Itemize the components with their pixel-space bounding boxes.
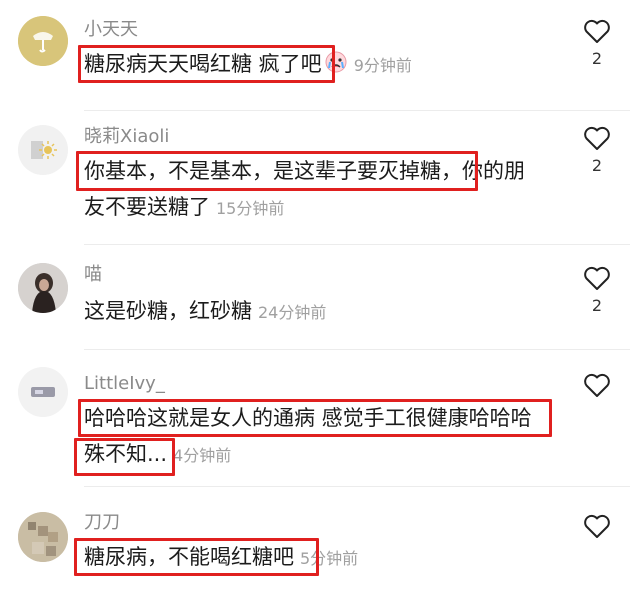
comment-text-line: 殊不知... bbox=[84, 442, 168, 466]
like-button[interactable] bbox=[582, 263, 612, 293]
avatar[interactable] bbox=[18, 263, 68, 313]
avatar[interactable] bbox=[18, 16, 68, 66]
comment-text: 友不要送糖了 15分钟前 bbox=[84, 192, 284, 224]
heart-icon bbox=[584, 19, 610, 43]
comment-text: 殊不知... 4分钟前 bbox=[84, 439, 231, 471]
like-button[interactable] bbox=[582, 16, 612, 46]
comment-text-line: 糖尿病，不能喝红糖吧 bbox=[84, 545, 294, 569]
username[interactable]: 晓莉Xiaoli bbox=[84, 125, 169, 149]
comment-time: 24分钟前 bbox=[258, 303, 327, 322]
comment-text-line: 哈哈哈这就是女人的通病 感觉手工很健康哈哈哈 bbox=[84, 406, 532, 430]
avatar[interactable] bbox=[18, 367, 68, 417]
comment-time: 15分钟前 bbox=[216, 199, 285, 218]
comment-time: 4分钟前 bbox=[173, 446, 232, 465]
comment-text-line: 友不要送糖了 bbox=[84, 195, 210, 219]
comment-text: 糖尿病天天喝红糖 疯了吧 9分钟前 bbox=[84, 49, 412, 81]
comment-text: 糖尿病，不能喝红糖吧 5分钟前 bbox=[84, 542, 358, 574]
like-count: 2 bbox=[591, 49, 603, 68]
comment-item: 晓莉Xiaoli 你基本，不是基本，是这辈子要灭掉糖，你的朋 友不要送糖了 15分… bbox=[0, 111, 630, 241]
crying-face-emoji bbox=[324, 50, 348, 74]
like-count: 2 bbox=[591, 296, 603, 315]
like-count: 2 bbox=[591, 156, 603, 175]
comment-text-line: 你基本，不是基本，是这辈子要灭掉糖，你的朋 bbox=[84, 159, 525, 183]
avatar[interactable] bbox=[18, 512, 68, 562]
comment-text-line: 糖尿病天天喝红糖 疯了吧 bbox=[84, 52, 322, 76]
comment-time: 9分钟前 bbox=[353, 56, 412, 75]
like-button[interactable] bbox=[582, 511, 612, 541]
heart-icon bbox=[584, 373, 610, 397]
comment-text-line: 这是砂糖，红砂糖 bbox=[84, 299, 252, 323]
like-button[interactable] bbox=[582, 123, 612, 153]
comment-item: 刀刀 糖尿病，不能喝红糖吧 5分钟前 bbox=[0, 487, 630, 600]
heart-icon bbox=[584, 514, 610, 538]
username[interactable]: 喵 bbox=[84, 263, 102, 287]
username[interactable]: LittleIvy_ bbox=[84, 372, 165, 396]
comment-item: 喵 这是砂糖，红砂糖 24分钟前 2 bbox=[0, 245, 630, 350]
avatar[interactable] bbox=[18, 125, 68, 175]
heart-icon bbox=[584, 266, 610, 290]
like-button[interactable] bbox=[582, 370, 612, 400]
comment-text: 这是砂糖，红砂糖 24分钟前 bbox=[84, 296, 326, 328]
heart-icon bbox=[584, 126, 610, 150]
username[interactable]: 小天天 bbox=[84, 18, 138, 42]
comment-item: LittleIvy_ 哈哈哈这就是女人的通病 感觉手工很健康哈哈哈 殊不知...… bbox=[0, 350, 630, 485]
username[interactable]: 刀刀 bbox=[84, 511, 120, 535]
comment-item: 小天天 糖尿病天天喝红糖 疯了吧 9分钟前 2 bbox=[0, 0, 630, 110]
comment-time: 5分钟前 bbox=[300, 549, 359, 568]
